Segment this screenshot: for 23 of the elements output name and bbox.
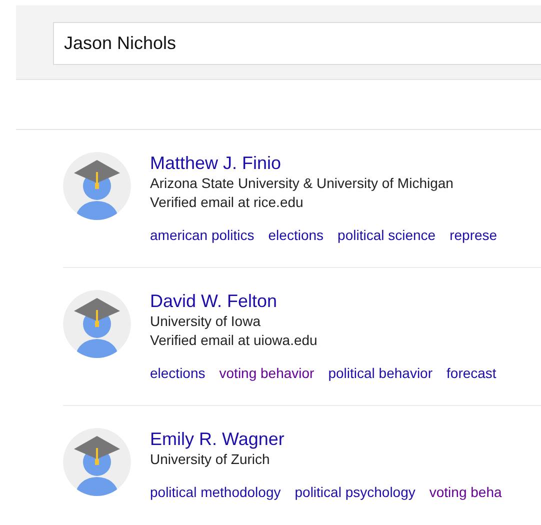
topic-link[interactable]: forecast xyxy=(446,364,496,382)
search-field[interactable]: Jason Nichols xyxy=(53,22,541,65)
topic-link[interactable]: political methodology xyxy=(150,483,281,501)
author-name-link[interactable]: Emily R. Wagner xyxy=(150,428,284,450)
author-info: University of Zurich xyxy=(150,450,270,469)
topic-link[interactable]: elections xyxy=(268,226,324,244)
author-name-link[interactable]: Matthew J. Finio xyxy=(150,152,282,174)
topic-link[interactable]: elections xyxy=(150,364,206,382)
author-name-link[interactable]: David W. Felton xyxy=(150,290,278,312)
topic-link[interactable]: political psychology xyxy=(294,483,416,501)
avatar-icon xyxy=(63,428,131,496)
avatar-icon xyxy=(63,290,131,358)
topic-link[interactable]: voting beha xyxy=(429,483,502,501)
author-info: Verified email at uiowa.edu xyxy=(150,331,318,350)
topic-link[interactable]: represe xyxy=(450,226,498,244)
topic-link[interactable]: voting behavior xyxy=(219,364,314,382)
author-info: Arizona State University & University of Michigan xyxy=(150,174,454,193)
topic-link[interactable]: political behavior xyxy=(328,364,433,382)
topic-link[interactable]: american politics xyxy=(150,226,254,244)
topic-link[interactable]: political science xyxy=(338,226,436,244)
avatar-icon xyxy=(63,152,131,220)
author-info: Verified email at rice.edu xyxy=(150,193,304,212)
author-info: University of Iowa xyxy=(150,312,260,331)
